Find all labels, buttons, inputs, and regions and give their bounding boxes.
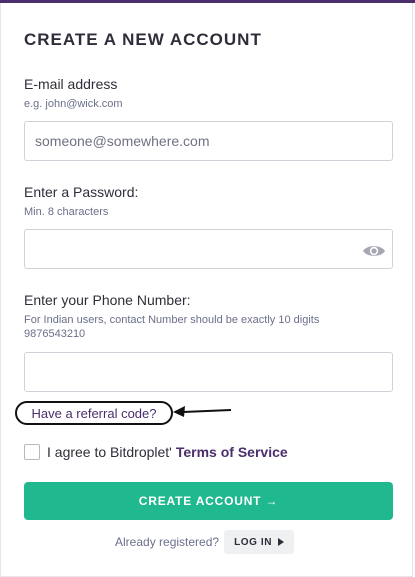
terms-checkbox[interactable] [24,444,40,460]
play-icon [278,538,285,546]
arrow-annotation-icon [173,406,232,417]
email-hint: e.g. john@wick.com [24,98,123,110]
password-hint: Min. 8 characters [24,206,109,218]
terms-row: I agree to Bitdroplet' Terms of Service [24,442,288,462]
already-registered-text: Already registered? [115,535,220,549]
eye-icon[interactable] [361,241,387,261]
password-label: Enter a Password: [24,184,139,200]
terms-text: I agree to Bitdroplet' [47,444,172,460]
login-button-label: LOG IN [234,536,273,548]
phone-hint: For Indian users, contact Number should … [24,314,320,326]
terms-of-service-link[interactable]: Terms of Service [176,444,288,460]
login-button[interactable]: LOG IN [224,530,295,554]
create-account-button[interactable]: CREATE ACCOUNT → [24,482,393,520]
referral-code-link[interactable]: Have a referral code? [15,401,173,425]
email-field[interactable] [24,121,393,161]
referral-code-label: Have a referral code? [31,405,157,421]
password-field[interactable] [24,229,393,269]
phone-example: 9876543210 [24,328,86,340]
phone-label: Enter your Phone Number: [24,292,191,308]
email-label: E-mail address [24,76,118,92]
login-row: Already registered? LOG IN [115,530,295,554]
page-title: CREATE A NEW ACCOUNT [24,30,262,49]
phone-field[interactable] [24,352,393,392]
signup-card: CREATE A NEW ACCOUNT E-mail address e.g.… [0,3,413,577]
